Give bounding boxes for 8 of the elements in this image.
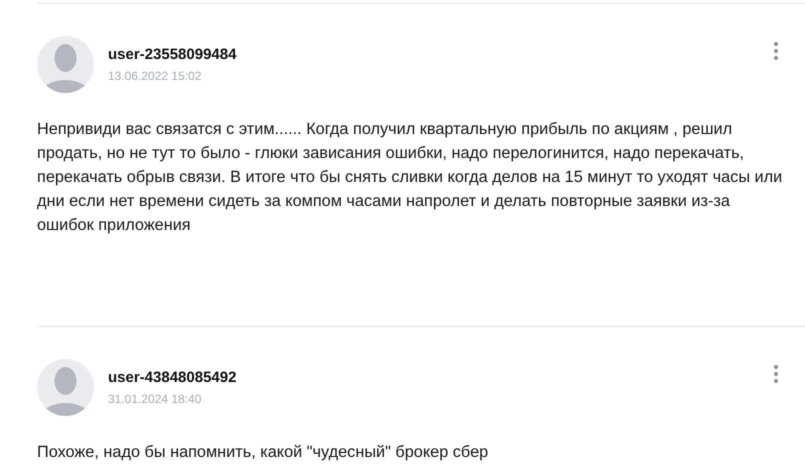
comment-text: Непривиди вас связатся с этим...... Когда получил квартальную прибыль по акциям , решил продать, но не тут то было - глюки зависания ошибки, надо перелогинится, надо перекачать, перекачать обрыв связи. В итоге что бы снять сливки когда делов на 15 минут то уходят часы или дни если нет времени сидеть за компом часами напролет и делать повторные заявки из-за ошибок приложения bbox=[37, 119, 784, 236]
username[interactable]: user-43848085492 bbox=[108, 369, 236, 386]
more-icon[interactable] bbox=[773, 41, 779, 61]
comment-text: Похоже, надо бы напомнить, какой "чудесный" брокер сбер bbox=[37, 442, 490, 463]
comment-date: 13.06.2022 15:02 bbox=[108, 69, 202, 83]
comment-date: 31.01.2024 18:40 bbox=[108, 392, 202, 406]
more-icon[interactable] bbox=[773, 364, 779, 384]
username[interactable]: user-23558099484 bbox=[108, 46, 236, 63]
